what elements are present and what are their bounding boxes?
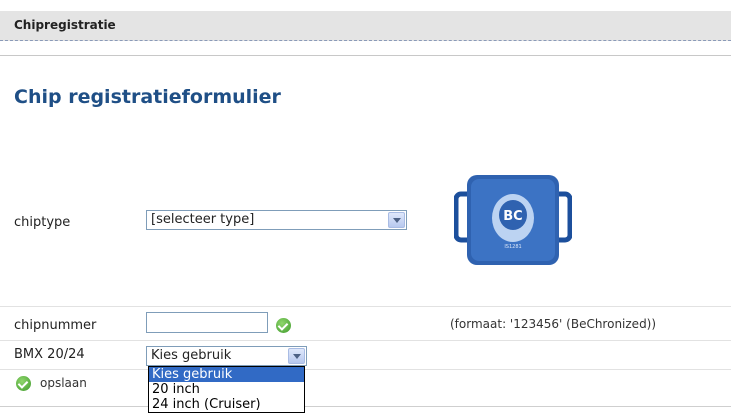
check-circle-icon xyxy=(276,318,291,333)
bmx-select[interactable]: Kies gebruik xyxy=(146,346,307,366)
dropdown-option[interactable]: 24 inch (Cruiser) xyxy=(149,397,304,412)
chiptype-select[interactable]: [selecteer type] xyxy=(146,210,407,230)
header-title: Chipregistratie xyxy=(14,18,116,32)
chipnummer-input[interactable] xyxy=(146,312,268,333)
chipnummer-label: chipnummer xyxy=(14,318,97,333)
bmx-label: BMX 20/24 xyxy=(14,347,85,362)
dropdown-option[interactable]: 20 inch xyxy=(149,382,304,397)
page-title: Chip registratieformulier xyxy=(14,86,281,108)
chiptype-selected-value: [selecteer type] xyxy=(151,212,255,227)
chevron-down-icon[interactable] xyxy=(288,348,305,364)
check-circle-icon xyxy=(16,376,31,391)
bmx-selected-value: Kies gebruik xyxy=(151,348,232,363)
chiptype-label: chiptype xyxy=(14,215,71,230)
dropdown-option[interactable]: Kies gebruik xyxy=(149,367,304,382)
row-separator xyxy=(0,306,731,307)
row-separator xyxy=(0,369,731,370)
row-separator xyxy=(0,340,731,341)
header-bar: Chipregistratie xyxy=(0,11,731,41)
chip-transponder-image: BC IS1281 xyxy=(454,175,572,265)
footer-divider xyxy=(0,406,731,407)
chevron-down-icon[interactable] xyxy=(388,212,405,228)
chip-serial-text: IS1281 xyxy=(504,244,521,250)
chipnummer-format-hint: (formaat: '123456' (BeChronized)) xyxy=(450,317,657,331)
bmx-dropdown-list[interactable]: Kies gebruik 20 inch 24 inch (Cruiser) xyxy=(148,366,305,413)
chip-badge-text: BC xyxy=(503,209,522,224)
header-divider xyxy=(0,55,731,56)
save-button-label: opslaan xyxy=(40,376,87,390)
